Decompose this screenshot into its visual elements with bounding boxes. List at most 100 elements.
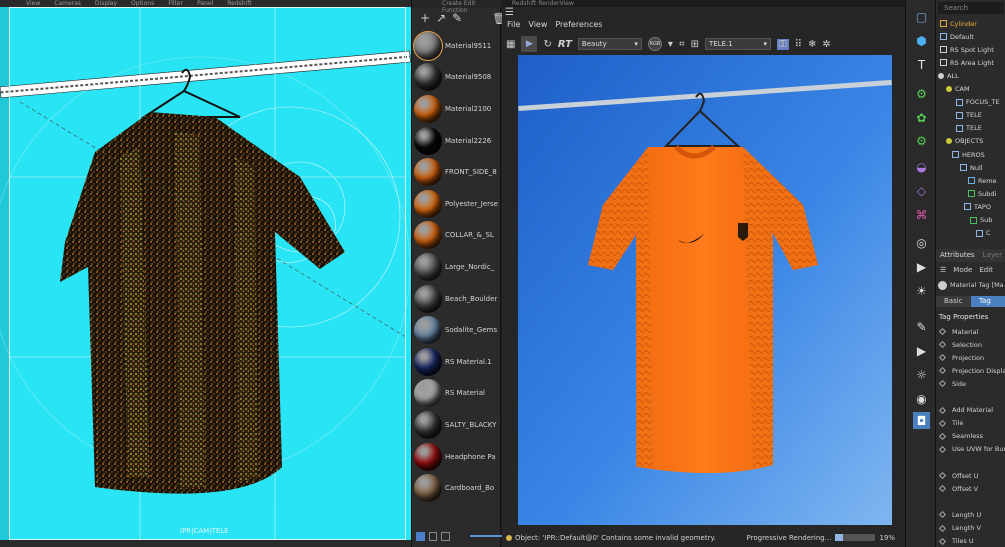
keyframe-diamond-icon[interactable] [938, 511, 947, 519]
property-row[interactable]: Use UVW for Bum [938, 443, 1005, 456]
play-icon[interactable]: ▶ [521, 36, 538, 52]
object-row[interactable]: Default [936, 30, 974, 43]
property-row[interactable]: Projection [938, 351, 984, 364]
grid-view-icon[interactable] [428, 531, 438, 541]
material-item[interactable]: Polyester_Jerse [412, 188, 502, 220]
material-item[interactable]: COLLAR_&_SL [412, 220, 502, 252]
material-item[interactable]: FRONT_SIDE_8 [412, 156, 502, 188]
keyframe-diamond-icon[interactable] [938, 327, 947, 336]
chevron-down-icon[interactable]: ▾ [668, 39, 673, 50]
snowflake-icon[interactable]: ❄ [808, 39, 816, 50]
subtab-basic[interactable]: Basic [936, 296, 971, 307]
material-item[interactable]: Headphone Pa [412, 441, 502, 473]
cube-icon[interactable]: ⬢ [913, 32, 930, 49]
object-row[interactable]: TAPO [936, 200, 991, 213]
keyframe-diamond-icon[interactable] [938, 432, 947, 440]
property-row[interactable]: Add Material [938, 404, 993, 417]
property-row[interactable]: Projection Displa [938, 364, 1005, 377]
material-item[interactable]: SALTY_BLACKY [412, 409, 502, 441]
object-row[interactable]: Reme [936, 174, 997, 187]
keyframe-diamond-icon[interactable] [938, 445, 947, 453]
camera-tag-icon[interactable]: ◘ [913, 412, 930, 429]
property-row[interactable]: Offset U [938, 469, 978, 482]
material-item[interactable]: Beach_Boulder [412, 283, 502, 315]
refresh-icon[interactable]: ↻ [543, 39, 551, 50]
object-row[interactable]: OBJECTS [936, 135, 983, 148]
object-row[interactable]: RS Spot Light [936, 43, 994, 56]
material-item[interactable]: Large_Nordic_ [412, 251, 502, 283]
select-icon[interactable]: ▢ [913, 8, 930, 25]
cloner-icon[interactable]: ✿ [913, 109, 930, 126]
menu-icon[interactable]: ☰ [940, 266, 946, 274]
add-icon[interactable]: + [420, 11, 430, 25]
keyframe-diamond-icon[interactable] [938, 406, 947, 414]
subtab-tag[interactable]: Tag [971, 296, 1005, 307]
object-row[interactable]: TELE [936, 122, 982, 135]
viewport-menu-0[interactable]: View [26, 0, 40, 7]
lock-icon[interactable]: ⚿ [776, 38, 789, 50]
property-row[interactable]: Tile [938, 417, 963, 430]
arrow-icon[interactable]: ↗ [436, 11, 446, 25]
material-item[interactable]: Material2100 [412, 93, 502, 125]
keyframe-diamond-icon[interactable] [938, 419, 947, 427]
grid-icon[interactable]: ⊞ [691, 39, 699, 50]
object-row[interactable]: Subdi [936, 187, 996, 200]
property-row[interactable]: Material [938, 325, 978, 338]
keyframe-diamond-icon[interactable] [938, 354, 947, 362]
keyframe-diamond-icon[interactable] [938, 380, 947, 388]
keyframe-diamond-icon[interactable] [938, 472, 947, 480]
eyedropper-icon[interactable]: ✎ [452, 11, 462, 25]
light-icon[interactable]: ☀ [913, 282, 930, 299]
menu-edit[interactable]: Edit [979, 266, 993, 274]
menu-view[interactable]: View [528, 20, 547, 29]
rt-icon[interactable]: RT [558, 39, 572, 50]
property-row[interactable]: Side [938, 377, 966, 390]
tab-layer[interactable]: Layer [979, 249, 1005, 262]
material-item[interactable]: Cardboard_Bo [412, 472, 502, 504]
property-row[interactable]: Seamless [938, 430, 983, 443]
object-row[interactable]: HEROS [936, 148, 985, 161]
object-row[interactable]: Sub [936, 214, 992, 227]
material-item[interactable]: Material9508 [412, 62, 502, 94]
property-row[interactable]: Length U [938, 508, 981, 521]
property-row[interactable]: Selection [938, 338, 982, 351]
object-row[interactable]: Null [936, 161, 983, 174]
tab-attributes[interactable]: Attributes [936, 249, 979, 262]
freeze-icon[interactable]: ✲ [822, 39, 830, 50]
render-play-icon[interactable]: ▶ [913, 342, 930, 359]
property-row[interactable]: Length V [938, 522, 981, 535]
large-view-icon[interactable] [441, 531, 450, 541]
viewport-menu-4[interactable]: Filter [168, 0, 183, 7]
effector-icon[interactable]: ⚙ [913, 132, 930, 149]
text-icon[interactable]: T [913, 56, 930, 73]
keyframe-diamond-icon[interactable] [938, 524, 947, 532]
camera-dropdown[interactable]: TELE.1 ▾ [704, 38, 771, 50]
material-item[interactable]: Material2226 [412, 125, 502, 157]
aov-dropdown[interactable]: Beauty ▾ [577, 38, 642, 50]
camera-icon[interactable]: ▶ [913, 258, 930, 275]
dome-icon[interactable]: ◉ [913, 390, 930, 407]
viewport-menu-1[interactable]: Cameras [54, 0, 81, 7]
material-item[interactable]: Material9511 [412, 30, 502, 62]
menu-preferences[interactable]: Preferences [555, 20, 602, 29]
deformer-icon[interactable]: ◒ [913, 158, 930, 175]
keyframe-diamond-icon[interactable] [938, 485, 947, 493]
list-view-icon[interactable] [416, 531, 425, 541]
crop-icon[interactable]: ⌗ [679, 39, 685, 50]
search-input[interactable]: Search [938, 2, 1004, 14]
hamburger-icon[interactable]: ☰ [505, 7, 514, 18]
material-menu[interactable]: Create Edit Function [412, 0, 502, 14]
clapper-icon[interactable]: ▦ [506, 39, 515, 50]
zoom-slider[interactable] [469, 535, 503, 537]
bulb-icon[interactable]: ☼ [913, 366, 930, 383]
object-row[interactable]: TELE [936, 109, 982, 122]
editor-viewport[interactable]: View Cameras Display Options Filter Panel Reds… [0, 0, 411, 547]
material-item[interactable]: Sodalite_Gems [412, 314, 502, 346]
viewport-menu-2[interactable]: Display [95, 0, 117, 7]
material-item[interactable]: RS Material.1 [412, 346, 502, 378]
property-row[interactable]: Offset V [938, 482, 978, 495]
menu-mode[interactable]: Mode [953, 266, 972, 274]
property-row[interactable]: Tiles U [938, 535, 974, 547]
brush-icon[interactable]: ✎ [913, 318, 930, 335]
globe-icon[interactable]: ◎ [913, 234, 930, 251]
